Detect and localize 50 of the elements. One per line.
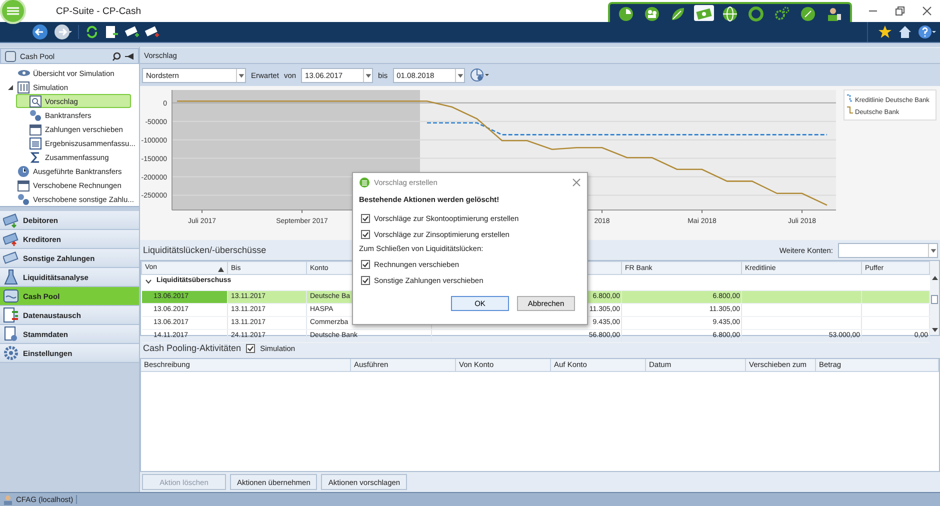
search-icon[interactable]: [112, 52, 121, 60]
pin-icon[interactable]: [125, 52, 134, 60]
banknote-arrow-icon: [3, 231, 19, 247]
scrollbar[interactable]: [930, 261, 939, 335]
document-gear-icon: [3, 326, 19, 342]
sigma-icon: [29, 150, 42, 164]
refresh-icon[interactable]: [85, 25, 99, 39]
module-tab[interactable]: [720, 5, 740, 21]
expander-icon[interactable]: [144, 278, 152, 284]
scrollbar-thumb[interactable]: [931, 295, 938, 304]
dropdown-arrow-icon: [236, 68, 245, 82]
section-title: Cash Pooling-Aktivitäten: [143, 343, 242, 353]
dropdown-arrow-icon: [363, 68, 372, 82]
checkbox[interactable]: [361, 260, 370, 268]
expander-icon[interactable]: [7, 84, 14, 90]
calendar-icon: [17, 178, 30, 192]
dropdown-arrow-icon: [928, 244, 937, 256]
banknote-plus-icon[interactable]: [125, 25, 139, 39]
checkbox[interactable]: [361, 230, 370, 238]
dropdown-field[interactable]: [838, 242, 938, 258]
banknote-plus-icon[interactable]: [145, 25, 159, 39]
app-logo-icon: [359, 176, 370, 188]
section-title: Liquiditätslücken/-überschüsse: [143, 245, 266, 255]
forward-button[interactable]: [54, 24, 72, 40]
home-icon[interactable]: [898, 25, 912, 39]
close-button[interactable]: [572, 178, 581, 186]
list-icon: [29, 136, 42, 150]
banknote-arrow-icon: [3, 212, 19, 228]
checkbox[interactable]: [246, 344, 256, 352]
checkbox[interactable]: [361, 214, 370, 222]
star-icon[interactable]: [878, 25, 892, 39]
window-title: CP-Suite - CP-Cash: [56, 6, 141, 16]
checkbox[interactable]: [361, 276, 370, 284]
gear-icon: [3, 345, 19, 361]
help-icon[interactable]: [918, 25, 936, 39]
module-tab[interactable]: [642, 5, 662, 21]
module-tab[interactable]: [798, 5, 818, 21]
back-button[interactable]: [32, 24, 48, 40]
dropdown-arrow-icon: [454, 68, 464, 82]
module-tab[interactable]: [616, 5, 636, 21]
restore-button[interactable]: [895, 6, 905, 16]
scroll-down-icon[interactable]: [930, 327, 938, 333]
scroll-up-icon[interactable]: [930, 275, 938, 281]
exchange-icon: [3, 307, 19, 323]
sliders-icon: [17, 80, 30, 94]
clock-icon: [17, 164, 30, 178]
calendar-icon: [29, 122, 42, 136]
magnifier-icon: [29, 94, 42, 108]
close-button[interactable]: [922, 6, 932, 16]
chart-settings-icon[interactable]: [470, 67, 490, 83]
